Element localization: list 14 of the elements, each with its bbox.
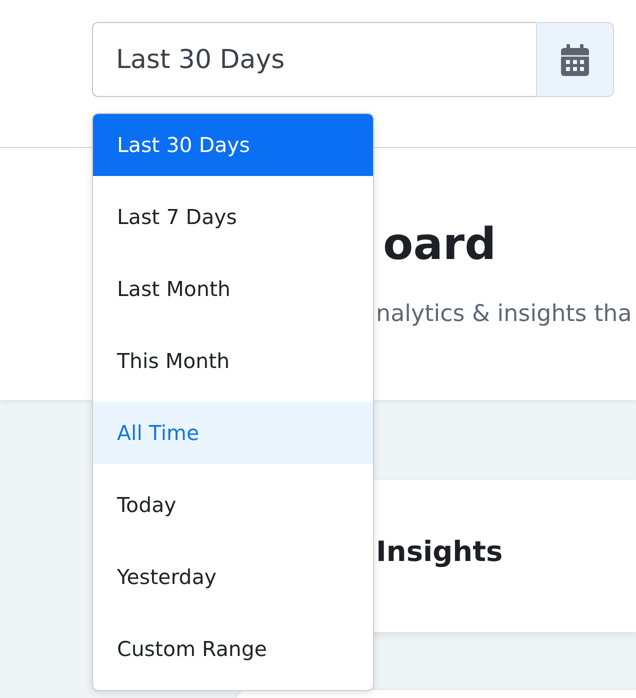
dropdown-option[interactable]: Last 30 Days [93, 114, 373, 176]
date-range-field[interactable]: Last 30 Days [92, 22, 536, 97]
dropdown-option[interactable]: Today [93, 474, 373, 536]
page-title: oard [383, 218, 496, 271]
dropdown-option[interactable]: Custom Range [93, 618, 373, 680]
card-title: Insights [376, 535, 503, 569]
dropdown-option[interactable]: Yesterday [93, 546, 373, 608]
dropdown-option[interactable]: All Time [93, 402, 373, 464]
dropdown-option[interactable]: Last Month [93, 258, 373, 320]
dropdown-option[interactable]: This Month [93, 330, 373, 392]
dropdown-option[interactable]: Last 7 Days [93, 186, 373, 248]
calendar-button[interactable] [536, 22, 614, 97]
calendar-icon [561, 44, 589, 76]
page-subtitle: nalytics & insights tha [376, 300, 632, 328]
